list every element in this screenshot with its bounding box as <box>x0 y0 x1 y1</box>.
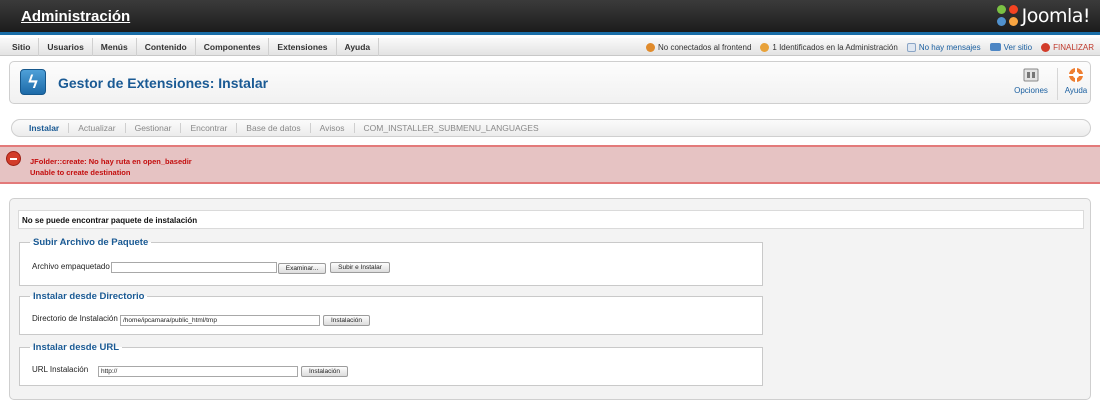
upload-package-fieldset: Subir Archivo de Paquete Archivo empaque… <box>19 237 763 286</box>
tab-gestionar[interactable]: Gestionar <box>126 123 182 133</box>
help-button[interactable]: Ayuda <box>1055 67 1097 95</box>
frontend-status-text: No conectados al frontend <box>658 42 752 52</box>
frontend-status: No conectados al frontend <box>646 42 752 52</box>
admin-status-text: 1 Identificados en la Administración <box>772 42 898 52</box>
joomla-logo-text: Joomla! <box>1021 5 1091 27</box>
install-directory-input[interactable] <box>120 315 320 326</box>
admin-status: 1 Identificados en la Administración <box>760 42 898 52</box>
extensions-icon: ϟ <box>20 69 46 95</box>
error-icon <box>6 151 21 166</box>
view-site-link[interactable]: Ver sitio <box>989 42 1033 52</box>
install-url-fieldset: Instalar desde URL URL Instalación Insta… <box>19 342 763 386</box>
install-url-legend: Instalar desde URL <box>33 342 120 353</box>
messages-text: No hay mensajes <box>918 42 981 52</box>
help-label: Ayuda <box>1064 86 1088 95</box>
menu-item-menus[interactable]: Menús <box>93 38 137 56</box>
monitor-icon <box>989 43 1001 51</box>
menu-item-ayuda[interactable]: Ayuda <box>337 38 380 56</box>
tab-avisos[interactable]: Avisos <box>311 123 355 133</box>
menu-item-usuarios[interactable]: Usuarios <box>39 38 93 56</box>
messages-link[interactable]: No hay mensajes <box>906 42 981 52</box>
tab-base-de-datos[interactable]: Base de datos <box>237 123 311 133</box>
package-file-input[interactable] <box>111 262 277 273</box>
package-file-label: Archivo empaquetado <box>32 262 110 271</box>
installer-panel: No se puede encontrar paquete de instala… <box>9 198 1091 400</box>
menu-bar: Sitio Usuarios Menús Contenido Component… <box>0 38 1100 56</box>
submenu-tabs: Instalar Actualizar Gestionar Encontrar … <box>11 119 1091 137</box>
install-url-input[interactable] <box>98 366 298 377</box>
main-menu: Sitio Usuarios Menús Contenido Component… <box>4 38 380 56</box>
lifebuoy-icon <box>1068 67 1084 83</box>
browse-button[interactable]: Examinar... <box>278 263 326 274</box>
menu-item-extensiones[interactable]: Extensiones <box>269 38 337 56</box>
install-directory-label: Directorio de Instalación <box>32 314 118 323</box>
top-header: Administración Joomla! <box>0 0 1100 35</box>
tab-instalar[interactable]: Instalar <box>20 123 70 133</box>
toolbar-box: ϟ Gestor de Extensiones: Instalar Opcion… <box>9 61 1091 104</box>
status-bar: No conectados al frontend 1 Identificado… <box>637 38 1094 56</box>
menu-item-sitio[interactable]: Sitio <box>4 38 40 56</box>
power-icon <box>1041 42 1051 52</box>
install-url-label: URL Instalación <box>32 365 89 374</box>
users-icon <box>646 42 655 52</box>
options-label: Opciones <box>1014 86 1048 95</box>
tab-actualizar[interactable]: Actualizar <box>69 123 126 133</box>
install-directory-fieldset: Instalar desde Directorio Directorio de … <box>19 291 763 335</box>
joomla-logo-icon <box>996 5 1019 27</box>
view-site-text: Ver sitio <box>1003 42 1033 52</box>
logout-text: FINALIZAR <box>1053 42 1094 52</box>
install-directory-button[interactable]: Instalación <box>323 315 370 326</box>
install-notice: No se puede encontrar paquete de instala… <box>18 210 1084 229</box>
tab-languages[interactable]: COM_INSTALLER_SUBMENU_LANGUAGES <box>355 123 548 133</box>
user-icon <box>760 42 770 52</box>
tab-encontrar[interactable]: Encontrar <box>181 123 238 133</box>
options-icon <box>1023 68 1039 82</box>
page-title: Gestor de Extensiones: Instalar <box>58 75 269 91</box>
logout-link[interactable]: FINALIZAR <box>1041 42 1094 52</box>
install-url-button[interactable]: Instalación <box>301 366 348 377</box>
upload-package-legend: Subir Archivo de Paquete <box>33 237 149 248</box>
message-icon <box>906 42 916 52</box>
joomla-logo: Joomla! <box>996 5 1091 27</box>
error-line-1: JFolder::create: No hay ruta en open_bas… <box>30 157 192 166</box>
admin-title-link[interactable]: Administración <box>21 8 130 25</box>
menu-item-componentes[interactable]: Componentes <box>196 38 270 56</box>
options-button[interactable]: Opciones <box>1010 67 1052 95</box>
upload-install-button[interactable]: Subir e Instalar <box>330 262 390 273</box>
menu-item-contenido[interactable]: Contenido <box>137 38 196 56</box>
install-directory-legend: Instalar desde Directorio <box>33 291 145 302</box>
error-message: JFolder::create: No hay ruta en open_bas… <box>0 145 1100 184</box>
error-line-2: Unable to create destination <box>30 168 131 177</box>
